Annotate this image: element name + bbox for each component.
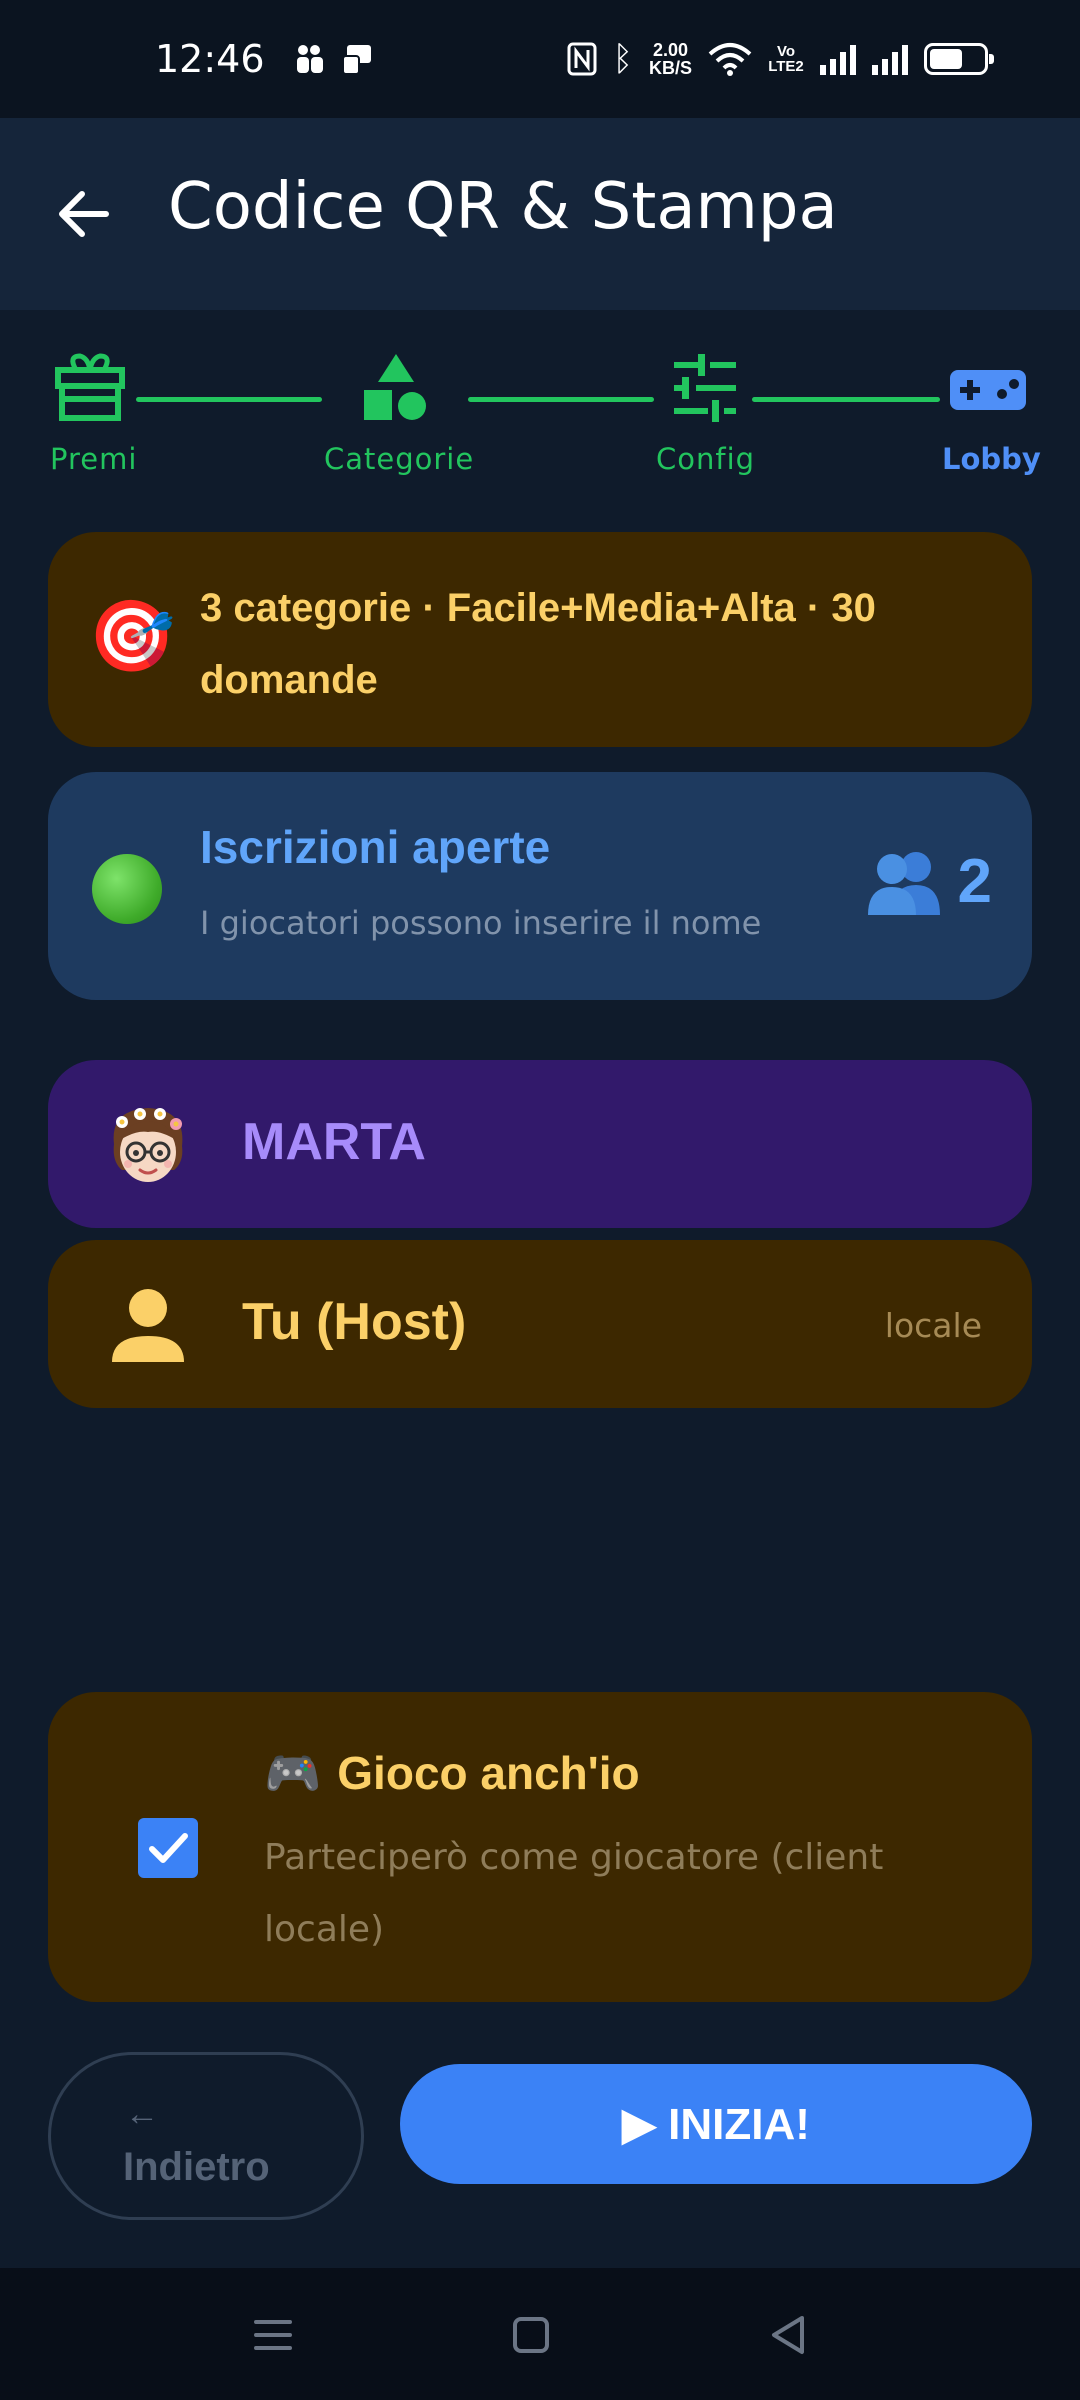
play-too-title: Gioco anch'io [337, 1747, 640, 1799]
player-count-value: 2 [957, 847, 992, 916]
game-summary-card: 🎯 3 categorie · Facile+Media+Alta · 30 d… [48, 532, 1032, 747]
gift-icon[interactable] [52, 352, 132, 424]
back-button-arrow: ← [125, 2095, 159, 2133]
status-bar: 12:46 ᛒ 2.00 KB/S Vo LTE2 [0, 0, 1080, 118]
notification-payment-icon [341, 45, 371, 75]
player-row[interactable]: MARTA [48, 1060, 1032, 1228]
gamepad-icon[interactable] [948, 352, 1028, 424]
volte-indicator: Vo LTE2 [768, 43, 804, 75]
network-speed: 2.00 KB/S [649, 41, 692, 77]
play-too-option[interactable]: 🎮 Gioco anch'io Parteciperò come giocator… [48, 1692, 1032, 2002]
registration-subtitle: I giocatori possono inserire il nome [200, 904, 762, 942]
sliders-icon[interactable] [664, 352, 744, 424]
page-title: Codice QR & Stampa [168, 170, 838, 244]
network-speed-unit: KB/S [648, 58, 692, 78]
target-icon: 🎯 [88, 597, 176, 675]
battery-icon [924, 43, 994, 75]
start-button[interactable]: ▶ INIZIA! [400, 2064, 1032, 2184]
play-too-subtitle: Parteciperò come giocatore (client local… [264, 1837, 884, 1950]
home-icon[interactable] [506, 2310, 556, 2360]
people-icon [867, 851, 940, 915]
step-label-lobby: Lobby [942, 442, 1041, 476]
stepper-connector [468, 397, 654, 402]
system-navigation-bar [0, 2268, 1080, 2400]
step-label-config: Config [656, 442, 756, 476]
notification-app-icon [296, 45, 323, 73]
person-icon [112, 1289, 184, 1362]
game-summary-text: 3 categorie · Facile+Media+Alta · 30 dom… [200, 586, 876, 702]
player-row[interactable]: Tu (Host) locale [48, 1240, 1032, 1408]
checkmark-icon [149, 1833, 188, 1863]
back-button-label: Indietro [123, 2145, 270, 2189]
battery-fill [930, 49, 963, 69]
gamepad-emoji-icon: 🎮 [264, 1747, 322, 1799]
registration-status-card: Iscrizioni aperte I giocatori possono in… [48, 772, 1032, 1000]
player-name: MARTA [242, 1113, 426, 1171]
network-speed-value: 2.00 [652, 40, 689, 60]
signal-icon-2 [872, 43, 908, 75]
stepper-connector [136, 397, 322, 402]
app-bar: Codice QR & Stampa [0, 118, 1080, 310]
player-tag: locale [884, 1306, 982, 1345]
stepper-connector [752, 397, 940, 402]
play-too-checkbox[interactable] [138, 1818, 198, 1878]
notification-icons [293, 42, 375, 76]
avatar [113, 1108, 183, 1182]
wizard-stepper: Premi Categorie Config Lobby [0, 340, 1080, 490]
wifi-icon [708, 43, 752, 76]
registration-title: Iscrizioni aperte [200, 821, 551, 873]
status-icons: ᛒ 2.00 KB/S Vo LTE2 [567, 0, 994, 118]
play-too-title-row: 🎮 Gioco anch'io [264, 1746, 640, 1801]
green-circle-icon [92, 854, 162, 924]
nfc-icon [567, 42, 597, 76]
bluetooth-icon: ᛒ [612, 39, 633, 79]
menu-icon[interactable] [248, 2310, 298, 2360]
shapes-icon[interactable] [356, 352, 436, 424]
back-arrow-icon[interactable] [54, 184, 114, 244]
back-nav-icon[interactable] [764, 2310, 814, 2360]
step-label-premi: Premi [50, 442, 138, 476]
player-count: 2 [864, 846, 992, 917]
back-button[interactable]: ← Indietro [48, 2052, 364, 2220]
signal-icon-1 [820, 43, 856, 75]
player-name: Tu (Host) [242, 1293, 467, 1351]
step-label-categorie: Categorie [324, 442, 475, 476]
status-time: 12:46 [155, 37, 265, 81]
